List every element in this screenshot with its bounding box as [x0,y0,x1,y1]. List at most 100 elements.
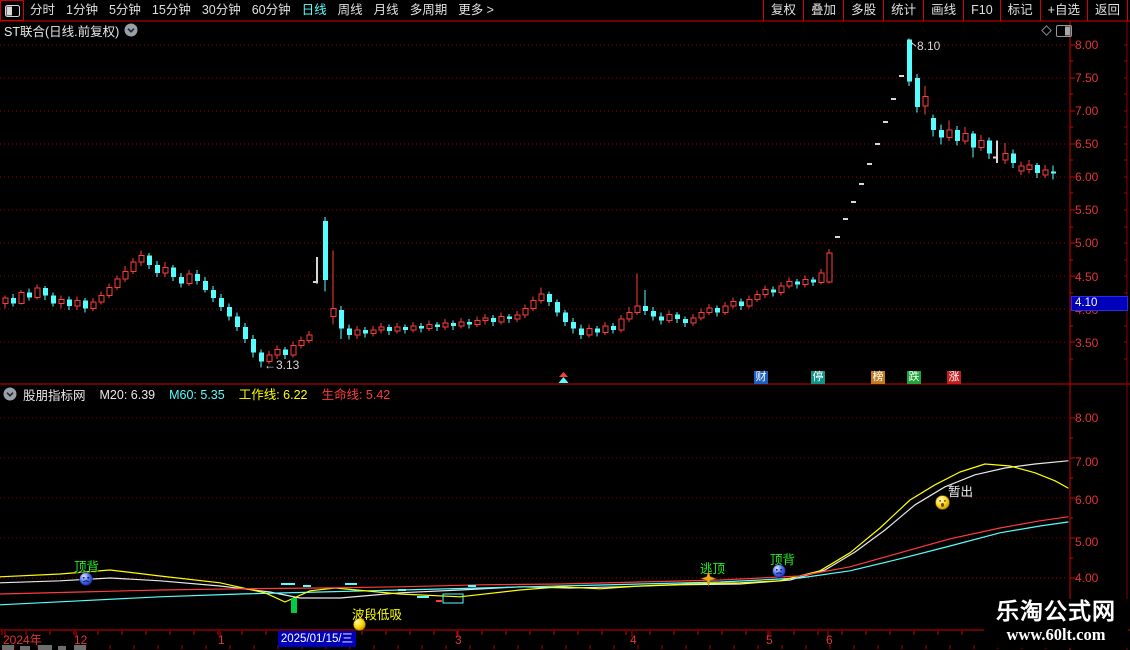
candle-body-down [1011,153,1016,163]
candle-body-up [530,300,537,310]
candle-body-down [51,295,56,304]
current-price-badge: 4.10 [1071,296,1128,311]
market-badge-财[interactable]: 财 [754,371,768,384]
date-label: 5 [766,633,773,647]
action-button-叠加[interactable]: 叠加 [803,0,843,21]
candle-body-up [186,273,193,284]
market-badge-跌[interactable]: 跌 [907,371,921,384]
candle-body-up [2,297,9,304]
action-button-自选[interactable]: +自选 [1039,0,1087,21]
main-price-label: 7.50 [1075,71,1099,85]
candle-body-up [106,286,113,296]
candle-body-down [219,297,224,308]
diamond-marker-icon[interactable] [1040,24,1053,37]
indicator-mark [398,589,406,591]
period-tab-更多[interactable]: 更多 > [458,0,494,21]
candle-dash [875,143,880,145]
sub-price-label: 5.00 [1075,535,1099,549]
candle-dash [883,121,888,123]
candle-body-up [730,300,737,307]
surprised-face-emoji [935,495,950,510]
candle-body-up [602,325,609,333]
page-title: ST联合(日线.前复权) [4,24,120,39]
candle-body-up [922,96,929,107]
sub-price-label: 7.00 [1075,455,1099,469]
action-button-复权[interactable]: 复权 [763,0,803,21]
market-badge-停[interactable]: 停 [811,371,825,384]
chevron-down-circle-icon[interactable] [3,387,17,401]
layout-split-icon[interactable] [1056,25,1072,37]
candle-body-down [83,300,88,309]
candle-body-up [122,270,129,280]
candle-body-up [498,316,505,323]
candle-body-down [547,293,552,302]
main-price-label: 3.50 [1075,336,1099,350]
candle-body-down [251,339,256,353]
period-tab-周线[interactable]: 周线 [338,0,363,21]
split-pane-icon[interactable] [0,0,24,21]
action-button-标记[interactable]: 标记 [999,0,1040,21]
action-button-多股[interactable]: 多股 [843,0,883,21]
candle-body-down [195,274,200,281]
split-pane-glyph [4,4,20,17]
candle-body-up [626,312,633,320]
candle-body-down [235,316,240,328]
candle-dash [859,183,864,185]
legend-item-M20: M20: 6.39 [99,388,156,402]
sad-face-emoji [79,572,93,586]
indicator-line-生命线 [0,516,1069,595]
candle-body-down [771,289,776,293]
action-button-画线[interactable]: 画线 [923,0,963,21]
legend-item-M60: M60: 5.35 [169,388,225,402]
indicator-line-M20 [0,460,1069,599]
action-button-返回[interactable]: 返回 [1086,0,1128,21]
period-tab-1分钟[interactable]: 1分钟 [66,0,98,21]
candle-body-up [826,252,833,283]
period-tab-月线[interactable]: 月线 [374,0,399,21]
period-tab-多周期[interactable]: 多周期 [410,0,448,21]
period-tab-日线[interactable]: 日线 [302,0,327,21]
main-price-label: 5.00 [1075,236,1099,250]
candle-body-up [354,329,361,336]
candle-body-down [611,325,616,330]
action-button-统计[interactable]: 统计 [883,0,923,21]
candle-body-down [171,267,176,277]
chart-canvas[interactable] [0,0,1130,650]
candle-body-down [363,329,368,334]
period-tab-30分钟[interactable]: 30分钟 [202,0,241,21]
sub-price-label: 4.00 [1075,571,1099,585]
gold-star-icon [701,571,716,586]
indicator-mark [303,585,311,587]
market-badge-榜[interactable]: 榜 [871,371,885,384]
candle-body-up [586,327,593,336]
candle-body-up [290,345,297,356]
indicator-mark [291,598,297,613]
market-badge-涨[interactable]: 涨 [947,371,961,384]
candle-body-down [507,316,512,320]
price-annotation: 8.10 [917,39,941,54]
action-button-F10[interactable]: F10 [963,0,1000,21]
date-label: 3 [455,633,462,647]
candle-body-up [1018,165,1025,172]
candle-dash [899,75,904,77]
candle-body-down [243,327,248,340]
period-tab-5分钟[interactable]: 5分钟 [109,0,141,21]
candle-body-down [939,129,944,138]
indicator-mark [442,593,464,604]
top-toolbar: 分时 1分钟 5分钟 15分钟 30分钟 60分钟 日线 周线 月线 多周期 更多 > 复权 叠加 多股… [0,0,1130,21]
candle-body-down [739,301,744,306]
candle-body-down [451,323,456,326]
main-price-label: 6.00 [1075,170,1099,184]
period-tab-15分钟[interactable]: 15分钟 [152,0,191,21]
candle-body-down [971,133,976,148]
candle-body-up [482,317,489,321]
period-tab-60分钟[interactable]: 60分钟 [252,0,291,21]
candle-body-up [666,314,673,321]
candle-dash [835,236,840,238]
candle-body-up [90,301,97,310]
chevron-down-circle-icon[interactable] [124,23,138,37]
candle-body-down [11,297,16,304]
candle-body-down [579,328,584,336]
period-tab-分时[interactable]: 分时 [30,0,55,21]
candle-body-down [715,307,720,313]
